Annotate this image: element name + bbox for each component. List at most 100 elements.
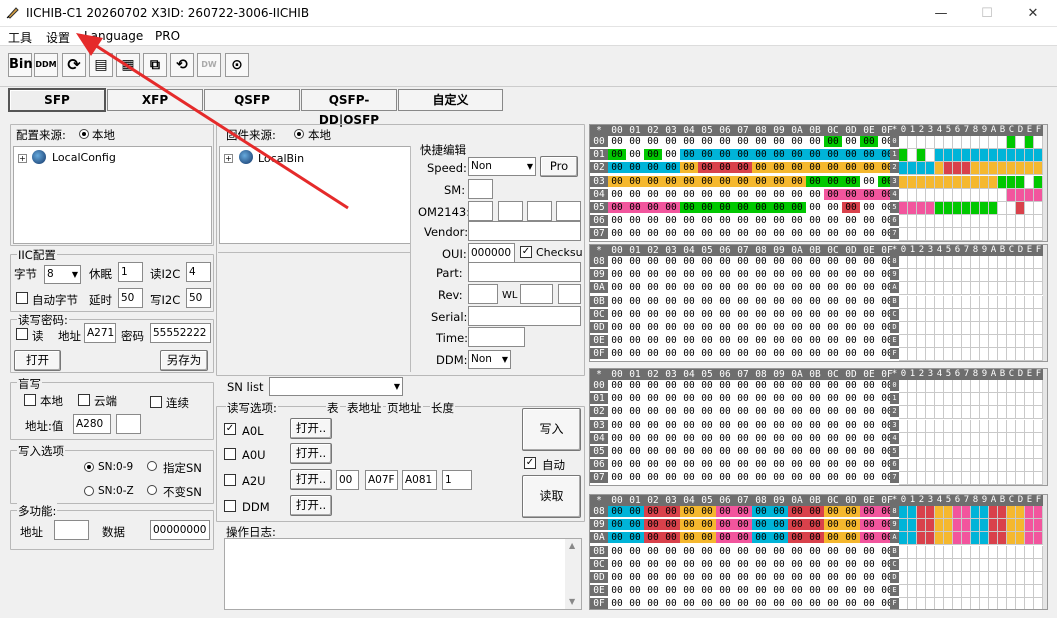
hex-byte-cell[interactable]: 00	[752, 309, 770, 320]
hex-byte-cell[interactable]: 00	[644, 506, 662, 517]
map-cell[interactable]	[944, 348, 953, 361]
map-cell[interactable]	[908, 506, 917, 519]
hex-byte-cell[interactable]: 00	[626, 506, 644, 517]
hex-byte-cell[interactable]: 00	[860, 176, 878, 187]
hex-byte-cell[interactable]: 00	[734, 149, 752, 161]
hex-byte-cell[interactable]: 00	[716, 309, 734, 320]
sm-input[interactable]	[468, 179, 493, 199]
map-cell[interactable]	[953, 558, 962, 572]
expand-icon[interactable]: +	[224, 154, 233, 163]
hex-byte-cell[interactable]: 00	[716, 202, 734, 213]
hex-byte-cell[interactable]: 00	[680, 149, 698, 161]
map-cell[interactable]	[908, 585, 917, 599]
a2u-open-button[interactable]: 打开..	[290, 469, 332, 490]
map-cell[interactable]	[926, 335, 935, 349]
hex-byte-cell[interactable]: 00	[644, 348, 662, 359]
map-cell[interactable]	[944, 215, 953, 229]
hex-byte-cell[interactable]: 00	[770, 519, 788, 531]
hex-byte-cell[interactable]: 00	[662, 309, 680, 320]
hex-byte-cell[interactable]: 00	[662, 420, 680, 431]
hex-byte-cell[interactable]: 00	[770, 175, 788, 187]
map-cell[interactable]	[1034, 585, 1043, 599]
map-cell[interactable]	[1034, 269, 1043, 283]
hex-byte-cell[interactable]: 00	[608, 256, 626, 267]
map-cell[interactable]	[944, 472, 953, 485]
map-cell[interactable]	[989, 256, 998, 269]
serial-input[interactable]	[468, 306, 581, 326]
map-cell[interactable]	[1025, 380, 1034, 393]
map-cell[interactable]	[926, 545, 935, 559]
hex-byte-cell[interactable]: 00	[860, 459, 878, 470]
map-cell[interactable]	[899, 282, 908, 296]
hex-byte-cell[interactable]: 00	[788, 175, 806, 187]
hex-byte-cell[interactable]: 00	[752, 393, 770, 404]
hex-byte-cell[interactable]: 00	[842, 149, 860, 161]
map-cell[interactable]	[944, 446, 953, 459]
hex-byte-cell[interactable]: 00	[644, 532, 662, 544]
map-cell[interactable]	[935, 598, 944, 609]
map-cell[interactable]	[962, 348, 971, 361]
map-cell[interactable]	[899, 585, 908, 599]
map-cell[interactable]	[935, 202, 944, 215]
hex-byte-cell[interactable]: 00	[734, 519, 752, 531]
hex-byte-cell[interactable]: 00	[788, 380, 806, 391]
config-tree[interactable]: + LocalConfig	[13, 146, 212, 244]
menu-language[interactable]: Language	[84, 29, 143, 43]
hex-byte-cell[interactable]: 00	[626, 309, 644, 320]
map-cell[interactable]	[899, 348, 908, 361]
map-cell[interactable]	[1025, 215, 1034, 229]
map-cell[interactable]	[1007, 558, 1016, 572]
hex-byte-cell[interactable]: 00	[644, 322, 662, 333]
om2143-input-2[interactable]	[498, 201, 523, 221]
time-input[interactable]	[468, 327, 525, 347]
map-cell[interactable]	[1016, 532, 1025, 546]
map-cell[interactable]	[935, 380, 944, 393]
map-cell[interactable]	[953, 598, 962, 609]
map-cell[interactable]	[1034, 459, 1043, 473]
hex-byte-cell[interactable]: 00	[860, 202, 878, 213]
map-cell[interactable]	[989, 215, 998, 229]
hex-byte-cell[interactable]: 00	[716, 269, 734, 280]
map-cell[interactable]	[926, 308, 935, 322]
map-cell[interactable]	[917, 572, 926, 585]
hex-byte-cell[interactable]: 00	[824, 598, 842, 609]
map-cell[interactable]	[1016, 472, 1025, 485]
map-cell[interactable]	[953, 228, 962, 241]
map-cell[interactable]	[1016, 406, 1025, 420]
hex-byte-cell[interactable]: 00	[680, 228, 698, 239]
hex-byte-cell[interactable]: 00	[626, 446, 644, 457]
hex-byte-cell[interactable]: 00	[806, 472, 824, 483]
map-cell[interactable]	[989, 295, 998, 309]
hex-byte-cell[interactable]: 00	[662, 585, 680, 596]
hex-byte-cell[interactable]: 00	[680, 189, 698, 200]
map-cell[interactable]	[962, 459, 971, 473]
hex-byte-cell[interactable]: 00	[824, 559, 842, 570]
map-cell[interactable]	[899, 519, 908, 533]
hex-byte-cell[interactable]: 00	[824, 309, 842, 320]
map-cell[interactable]	[953, 572, 962, 585]
hex-byte-cell[interactable]: 00	[608, 202, 626, 213]
map-cell[interactable]	[980, 598, 989, 609]
map-cell[interactable]	[899, 256, 908, 269]
map-cell[interactable]	[935, 446, 944, 459]
hex-byte-cell[interactable]: 00	[680, 546, 698, 557]
hex-byte-cell[interactable]: 00	[644, 215, 662, 226]
map-cell[interactable]	[926, 406, 935, 420]
map-cell[interactable]	[1016, 446, 1025, 459]
hex-byte-cell[interactable]: 00	[842, 322, 860, 333]
map-cell[interactable]	[899, 188, 908, 202]
map-cell[interactable]	[944, 295, 953, 309]
map-cell[interactable]	[980, 175, 989, 189]
tab-custom[interactable]: 自定义	[398, 89, 503, 111]
map-cell[interactable]	[989, 572, 998, 585]
hex-byte-cell[interactable]: 00	[752, 519, 770, 531]
map-cell[interactable]	[1007, 188, 1016, 202]
copy-icon[interactable]: ⧉	[143, 53, 167, 77]
map-cell[interactable]	[962, 256, 971, 269]
map-cell[interactable]	[953, 432, 962, 446]
map-cell[interactable]	[917, 348, 926, 361]
map-cell[interactable]	[998, 269, 1007, 283]
map-cell[interactable]	[908, 446, 917, 459]
map-cell[interactable]	[1007, 572, 1016, 585]
map-cell[interactable]	[953, 532, 962, 546]
